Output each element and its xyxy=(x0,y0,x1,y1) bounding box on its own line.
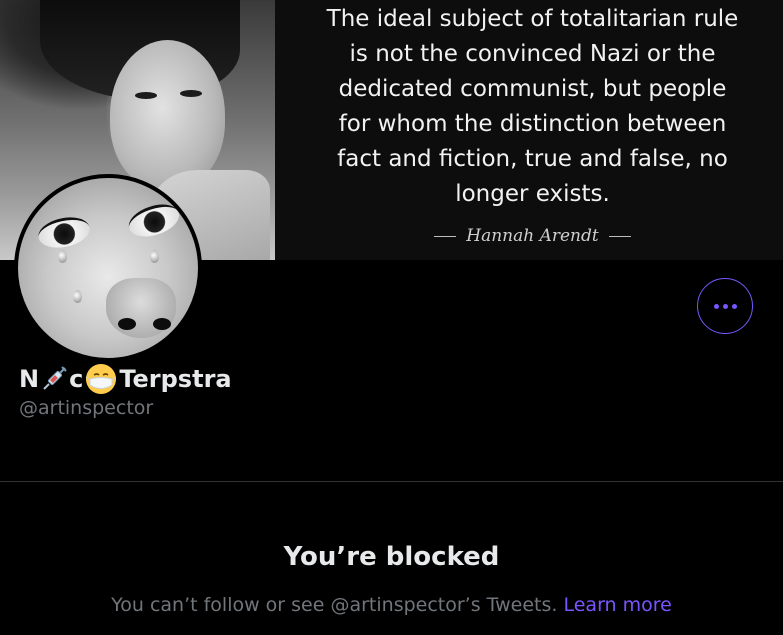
author-dash-right xyxy=(608,236,631,237)
name-text-part3: Terpstra xyxy=(119,365,232,393)
banner-quote-author: Hannah Arendt xyxy=(300,226,765,246)
learn-more-link[interactable]: Learn more xyxy=(563,594,671,616)
name-text-part2: c xyxy=(69,365,84,393)
banner-quote-text: The ideal subject of totalitarian rule i… xyxy=(326,6,739,207)
avatar-eye xyxy=(35,212,93,253)
avatar-eye xyxy=(124,198,184,243)
avatar-tear xyxy=(58,250,67,263)
profile-handle: @artinspector xyxy=(19,397,154,419)
portrait-face xyxy=(110,40,225,190)
more-options-button[interactable] xyxy=(697,278,753,334)
avatar-tear xyxy=(150,250,159,263)
blocked-message: You can’t follow or see @artinspector’s … xyxy=(0,594,783,616)
avatar-nostril xyxy=(153,318,171,330)
author-name: Hannah Arendt xyxy=(466,226,599,246)
author-dash-left xyxy=(434,236,457,237)
syringe-icon xyxy=(43,366,67,390)
more-dots-icon xyxy=(712,303,739,309)
blocked-message-text: You can’t follow or see @artinspector’s … xyxy=(111,594,558,616)
avatar-tear xyxy=(73,290,82,303)
portrait-eye xyxy=(135,92,157,99)
avatar-nostril xyxy=(118,318,136,330)
portrait-eye xyxy=(180,90,202,97)
section-divider xyxy=(0,481,783,482)
face-with-mask-icon xyxy=(86,364,117,394)
avatar[interactable] xyxy=(14,174,202,362)
blocked-title: You’re blocked xyxy=(283,542,500,572)
profile-display-name: N c Terpstra xyxy=(19,363,232,395)
name-text-part1: N xyxy=(19,365,40,393)
